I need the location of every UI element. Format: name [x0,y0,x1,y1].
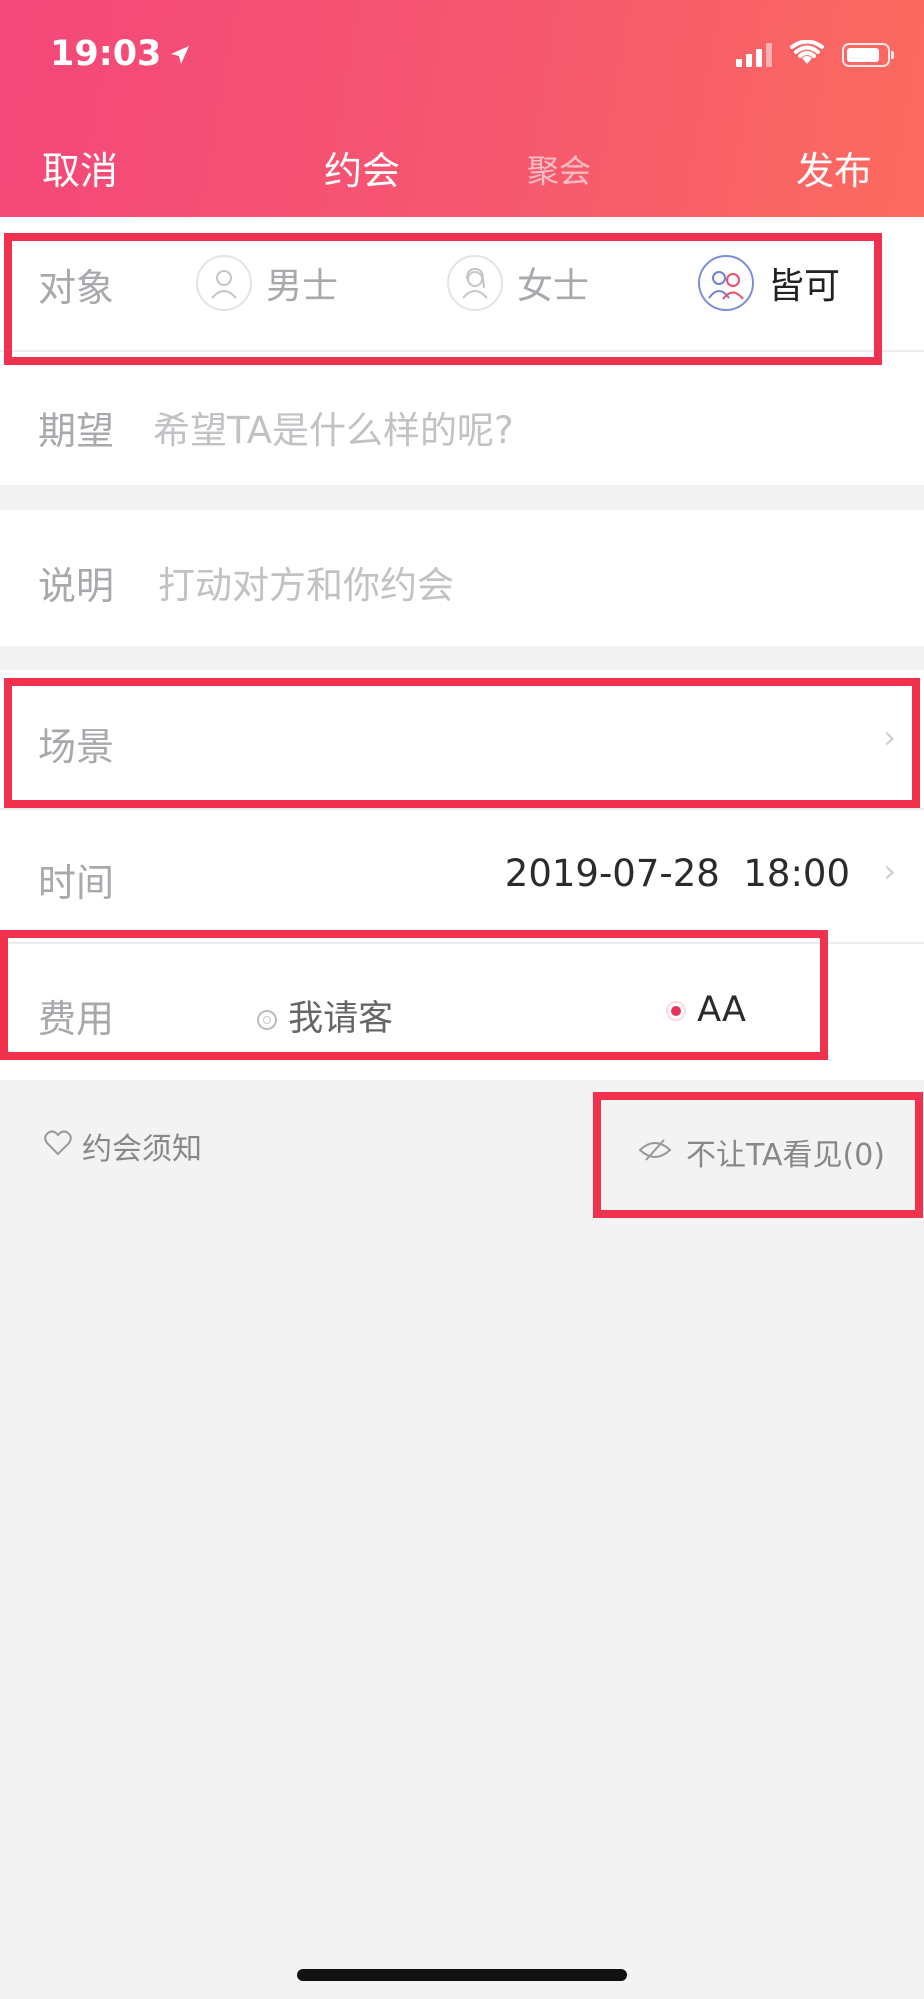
signal-icon [736,43,772,67]
highlight-box-hide [593,1092,923,1218]
time-label: 时间 [38,861,115,905]
tab-party[interactable]: 聚会 [527,146,591,192]
home-indicator [297,1969,627,1981]
expectation-row[interactable]: 期望 希望TA是什么样的呢? [0,352,924,485]
highlight-box-scene [4,678,920,808]
date-notice-link[interactable]: 约会须知 [44,1124,202,1168]
description-row[interactable]: 说明 打动对方和你约会 [0,510,924,646]
status-time: 19:03 [50,34,191,75]
highlight-box-fee [0,930,828,1060]
location-arrow-icon [169,35,191,75]
battery-icon [842,43,894,67]
status-icons [736,39,894,70]
header-bar: 19:03 取消 约会 聚会 发布 [0,0,924,217]
expectation-label: 期望 [38,409,115,453]
wifi-icon [790,39,824,70]
cancel-button[interactable]: 取消 [42,140,118,195]
publish-button[interactable]: 发布 [796,140,872,195]
description-input[interactable]: 打动对方和你约会 [158,555,454,609]
chevron-right-icon: › [883,852,896,890]
heart-icon [44,1129,72,1164]
time-value[interactable]: 2019-07-28 18:00 [505,852,850,895]
time-row[interactable]: 时间 2019-07-28 18:00 › [0,810,924,944]
expectation-input[interactable]: 希望TA是什么样的呢? [153,400,514,454]
tab-date[interactable]: 约会 [324,140,400,195]
description-label: 说明 [38,564,115,608]
highlight-box-target [4,233,882,365]
